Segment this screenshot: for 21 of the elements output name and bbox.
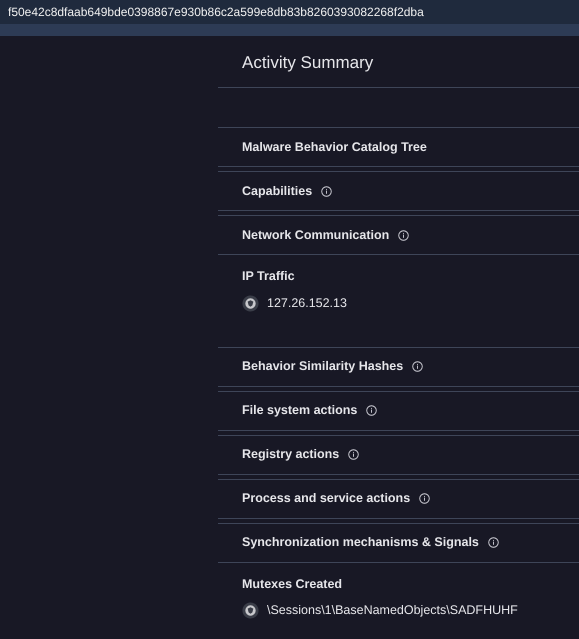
info-icon[interactable] [419,493,430,504]
subsection-label: Mutexes Created [242,576,344,592]
section-heading[interactable]: Capabilities [242,182,312,200]
info-icon[interactable] [488,537,499,548]
entry-value: \Sessions\1\BaseNamedObjects\SADFHUHF [267,602,518,620]
info-icon[interactable] [366,405,378,416]
info-icon[interactable] [398,230,410,240]
subsection-label: IP Traffic [242,268,296,285]
section-heading[interactable]: File system actions [242,401,358,420]
info-icon[interactable] [321,186,332,196]
panel-title: Activity Summary [242,53,374,72]
section-heading[interactable]: Malware Behavior Catalog Tree [242,138,427,156]
section-heading[interactable]: Process and service actions [242,489,410,508]
section-heading[interactable]: Registry actions [242,445,340,464]
section-heading[interactable]: Synchronization mechanisms & Signals [242,533,479,552]
info-icon[interactable] [412,361,424,372]
section-heading[interactable]: Network Communication [242,226,390,244]
hash-title: f50e42c8dfaab649bde0398867e930b86c2a599e8db83b8260393082268f2dba [0,0,579,24]
section-heading[interactable]: Behavior Similarity Hashes [242,357,404,376]
entry-value: 127.26.152.13 [267,294,347,312]
info-icon[interactable] [348,449,360,460]
